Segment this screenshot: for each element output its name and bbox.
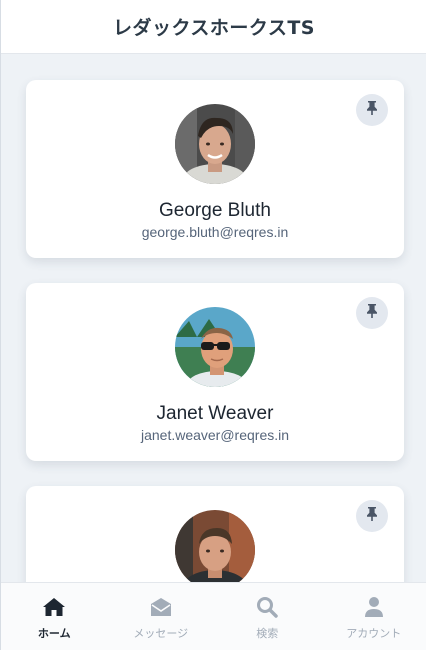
bottom-tab-bar: ホーム メッセージ 検索 アカウント — [1, 582, 426, 650]
tab-label: アカウント — [346, 627, 402, 640]
pin-button[interactable] — [356, 297, 388, 329]
pin-icon — [365, 100, 379, 120]
user-list[interactable]: George Bluth george.bluth@reqres.in Jane… — [1, 54, 426, 582]
avatar — [175, 307, 255, 387]
user-card[interactable] — [26, 486, 404, 582]
user-email: janet.weaver@reqres.in — [140, 427, 290, 443]
user-name: George Bluth — [159, 200, 271, 221]
avatar — [175, 104, 255, 184]
app-header: レダックスホークスTS — [1, 0, 426, 54]
avatar — [175, 510, 255, 582]
page-title: レダックスホークスTS — [112, 17, 315, 39]
pin-button[interactable] — [356, 500, 388, 532]
envelope-icon — [150, 595, 172, 619]
pin-button[interactable] — [356, 94, 388, 126]
tab-messages[interactable]: メッセージ — [108, 583, 215, 650]
tab-label: 検索 — [256, 627, 279, 640]
user-email: george.bluth@reqres.in — [141, 224, 289, 240]
pin-icon — [365, 506, 379, 526]
pin-icon — [365, 303, 379, 323]
tab-search[interactable]: 検索 — [214, 583, 321, 650]
tab-home[interactable]: ホーム — [1, 583, 108, 650]
user-name: Janet Weaver — [156, 403, 274, 424]
user-card[interactable]: George Bluth george.bluth@reqres.in — [26, 80, 404, 258]
tab-label: メッセージ — [133, 627, 189, 640]
tab-label: ホーム — [37, 627, 71, 640]
home-icon — [42, 595, 66, 619]
tab-account[interactable]: アカウント — [321, 583, 426, 650]
search-icon — [256, 595, 278, 619]
user-card[interactable]: Janet Weaver janet.weaver@reqres.in — [26, 283, 404, 461]
user-icon — [364, 595, 384, 619]
